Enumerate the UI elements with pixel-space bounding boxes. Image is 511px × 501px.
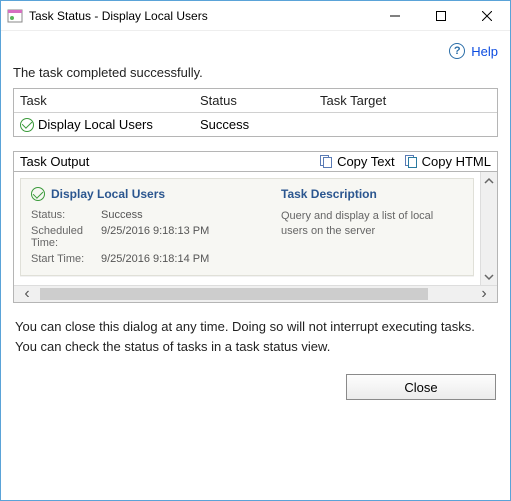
- minimize-button[interactable]: [372, 1, 418, 30]
- col-header-task[interactable]: Task: [14, 89, 194, 112]
- horizontal-scrollbar[interactable]: ‹ ›: [14, 285, 497, 302]
- cell-task: Display Local Users: [38, 117, 153, 132]
- task-output-section: Task Output Copy Text Copy HTML Display …: [13, 151, 498, 303]
- cell-target: [314, 113, 497, 136]
- status-label: Status:: [31, 209, 101, 221]
- help-link[interactable]: Help: [471, 44, 498, 59]
- scroll-up-icon[interactable]: [481, 172, 497, 189]
- task-output-card: Display Local Users Status: Success Sche…: [20, 178, 474, 276]
- output-card-title: Display Local Users: [51, 187, 165, 201]
- maximize-button[interactable]: [418, 1, 464, 30]
- table-row[interactable]: Display Local Users Success: [14, 113, 497, 136]
- start-label: Start Time:: [31, 253, 101, 265]
- scheduled-value: 9/25/2016 9:18:13 PM: [101, 225, 261, 249]
- description-body: Query and display a list of local users …: [281, 209, 463, 240]
- task-grid: Task Status Task Target Display Local Us…: [13, 88, 498, 137]
- copy-text-button[interactable]: Copy Text: [320, 154, 395, 169]
- scheduled-label: Scheduled Time:: [31, 225, 101, 249]
- status-value: Success: [101, 209, 261, 221]
- titlebar: Task Status - Display Local Users: [1, 1, 510, 31]
- close-button[interactable]: Close: [346, 374, 496, 400]
- copy-html-icon: [405, 155, 419, 169]
- footer-note: You can close this dialog at any time. D…: [15, 317, 496, 356]
- start-value: 9/25/2016 9:18:14 PM: [101, 253, 261, 265]
- success-icon: [31, 187, 45, 201]
- col-header-status[interactable]: Status: [194, 89, 314, 112]
- success-icon: [20, 118, 34, 132]
- window-title: Task Status - Display Local Users: [29, 9, 372, 23]
- scroll-down-icon[interactable]: [481, 268, 497, 285]
- vertical-scrollbar[interactable]: [480, 172, 497, 285]
- copy-html-button[interactable]: Copy HTML: [405, 154, 491, 169]
- app-icon: [7, 8, 23, 24]
- close-window-button[interactable]: [464, 1, 510, 30]
- scrollbar-thumb[interactable]: [40, 288, 428, 300]
- cell-status: Success: [194, 113, 314, 136]
- help-icon: ?: [449, 43, 465, 59]
- col-header-target[interactable]: Task Target: [314, 89, 497, 112]
- output-title: Task Output: [20, 154, 310, 169]
- output-body: Display Local Users Status: Success Sche…: [13, 171, 498, 303]
- scroll-left-icon[interactable]: ‹: [14, 285, 40, 303]
- status-message: The task completed successfully.: [13, 65, 498, 80]
- copy-text-icon: [320, 155, 334, 169]
- scroll-right-icon[interactable]: ›: [471, 285, 497, 303]
- description-heading: Task Description: [281, 187, 463, 201]
